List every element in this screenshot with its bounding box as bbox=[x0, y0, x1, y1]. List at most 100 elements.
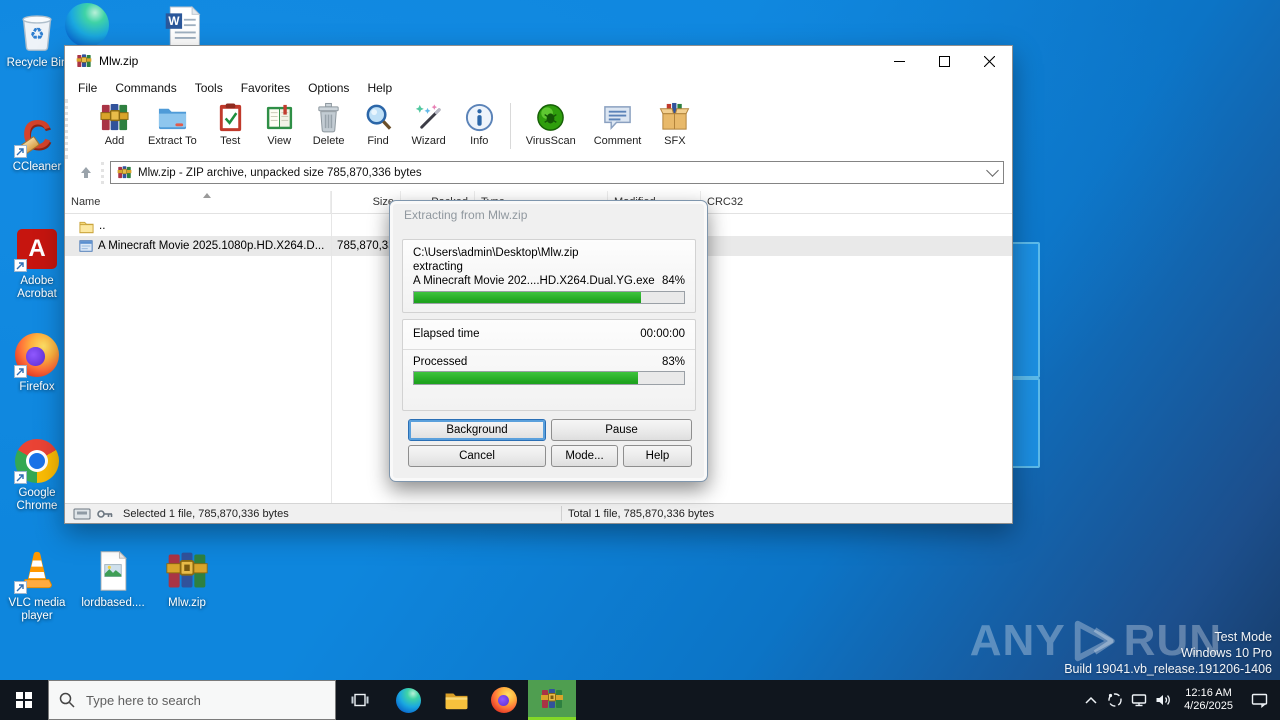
toolbar-add-button[interactable]: Add bbox=[90, 99, 139, 147]
wallpaper-light-bar bbox=[1011, 378, 1040, 468]
add-archive-icon bbox=[100, 103, 129, 131]
find-icon bbox=[366, 104, 391, 130]
tray-sync-icon[interactable] bbox=[1103, 680, 1127, 720]
desktop-icon-label: VLC media player bbox=[8, 597, 66, 622]
toolbar-extract-to-button[interactable]: Extract To bbox=[139, 99, 206, 147]
totals-panel: Elapsed time 00:00:00 Processed 83% bbox=[402, 319, 696, 411]
desktop-icon-label: Mlw.zip bbox=[168, 597, 206, 609]
menu-favorites[interactable]: Favorites bbox=[241, 79, 300, 97]
desktop-icon-adobe-acrobat[interactable]: A Adobe Acrobat bbox=[0, 226, 74, 301]
taskbar-winrar[interactable] bbox=[528, 680, 576, 720]
desktop-icon-label: lordbased.... bbox=[81, 597, 145, 609]
toolbar-test-button[interactable]: Test bbox=[206, 99, 255, 147]
menu-options[interactable]: Options bbox=[308, 79, 359, 97]
background-button[interactable]: Background bbox=[408, 419, 546, 441]
file-progress-bar bbox=[413, 291, 685, 304]
task-view-button[interactable] bbox=[336, 680, 384, 720]
wallpaper-light-bar bbox=[1011, 242, 1040, 378]
desktop-icon-google-chrome[interactable]: Google Chrome bbox=[0, 438, 74, 513]
title-bar[interactable]: Mlw.zip bbox=[65, 46, 1012, 76]
close-button[interactable] bbox=[967, 46, 1012, 76]
desktop-icon-ccleaner[interactable]: C CCleaner bbox=[0, 112, 74, 174]
view-icon bbox=[266, 104, 292, 130]
sfx-icon bbox=[660, 102, 690, 130]
desktop-icon-vlc[interactable]: VLC media player bbox=[0, 548, 74, 623]
taskbar-search[interactable] bbox=[48, 680, 336, 720]
action-center-icon bbox=[1251, 693, 1267, 708]
windows-logo-icon bbox=[16, 692, 32, 708]
winrar-app-icon bbox=[76, 53, 92, 69]
taskbar-firefox[interactable] bbox=[480, 680, 528, 720]
extracting-dialog: Extracting from Mlw.zip C:\Users\admin\D… bbox=[389, 200, 708, 482]
network-icon[interactable] bbox=[1127, 680, 1151, 720]
menu-tools[interactable]: Tools bbox=[195, 79, 233, 97]
toolbar-info-button[interactable]: Info bbox=[455, 99, 504, 147]
file-progress-fill bbox=[414, 292, 641, 303]
elapsed-value: 00:00:00 bbox=[640, 328, 685, 340]
desktop-icon-mlw-zip[interactable]: Mlw.zip bbox=[150, 548, 224, 610]
taskbar-edge[interactable] bbox=[384, 680, 432, 720]
desktop-icon-firefox[interactable]: Firefox bbox=[0, 332, 74, 394]
menu-file[interactable]: File bbox=[78, 79, 107, 97]
extract-to-icon bbox=[158, 108, 186, 130]
disk-icon bbox=[73, 508, 91, 519]
pause-button[interactable]: Pause bbox=[551, 419, 692, 441]
shortcut-arrow-icon bbox=[14, 581, 27, 594]
desktop-icon-lordbased-file[interactable]: lordbased.... bbox=[76, 548, 150, 610]
column-header-name[interactable]: Name bbox=[65, 191, 331, 213]
help-button[interactable]: Help bbox=[623, 445, 692, 467]
toolbar-wizard-button[interactable]: Wizard bbox=[403, 99, 455, 147]
virusscan-icon bbox=[537, 104, 565, 131]
desktop-icon-edge[interactable] bbox=[62, 2, 112, 48]
watermark-build: Build 19041.vb_release.191206-1406 bbox=[1064, 662, 1272, 676]
elapsed-label: Elapsed time bbox=[413, 328, 480, 340]
menu-help[interactable]: Help bbox=[367, 79, 402, 97]
dialog-title: Extracting from Mlw.zip bbox=[404, 208, 528, 222]
wizard-icon bbox=[415, 104, 441, 129]
toolbar-virusscan-button[interactable]: VirusScan bbox=[517, 99, 585, 147]
column-header-crc32[interactable]: CRC32 bbox=[701, 191, 811, 213]
volume-icon[interactable] bbox=[1151, 680, 1175, 720]
svg-text:♻: ♻ bbox=[30, 26, 45, 44]
toolbar-delete-button[interactable]: Delete bbox=[304, 99, 354, 147]
ccleaner-icon: C bbox=[14, 112, 60, 158]
shortcut-arrow-icon bbox=[14, 471, 27, 484]
window-title: Mlw.zip bbox=[99, 54, 139, 68]
start-button[interactable] bbox=[0, 680, 48, 720]
desktop-icon-label: Adobe Acrobat bbox=[17, 275, 57, 300]
chevron-down-icon[interactable] bbox=[986, 164, 999, 177]
search-input[interactable] bbox=[84, 691, 308, 709]
toolbar-sfx-button[interactable]: SFX bbox=[650, 99, 699, 147]
application-file-icon bbox=[79, 240, 93, 252]
tray-expand-button[interactable] bbox=[1079, 680, 1103, 720]
processed-progress-bar bbox=[413, 371, 685, 385]
system-tray: 12:16 AM 4/26/2025 bbox=[1079, 680, 1280, 720]
up-directory-button[interactable] bbox=[71, 161, 104, 184]
key-icon bbox=[97, 509, 113, 518]
menu-commands[interactable]: Commands bbox=[115, 79, 186, 97]
toolbar-view-button[interactable]: View bbox=[255, 99, 304, 147]
processed-label: Processed bbox=[413, 356, 468, 368]
current-file-panel: C:\Users\admin\Desktop\Mlw.zip extractin… bbox=[402, 239, 696, 313]
cancel-button[interactable]: Cancel bbox=[408, 445, 546, 467]
image-file-icon bbox=[90, 548, 136, 594]
clock-time: 12:16 AM bbox=[1185, 687, 1232, 699]
toolbar-comment-button[interactable]: Comment bbox=[585, 99, 651, 147]
clock-date: 4/26/2025 bbox=[1184, 700, 1233, 712]
word-document-icon: W bbox=[160, 4, 206, 50]
maximize-button[interactable] bbox=[922, 46, 967, 76]
up-arrow-icon bbox=[81, 167, 91, 178]
mode-button[interactable]: Mode... bbox=[551, 445, 618, 467]
processed-progress-fill bbox=[414, 372, 639, 384]
adobe-acrobat-icon: A bbox=[14, 226, 60, 272]
minimize-button[interactable] bbox=[877, 46, 922, 76]
address-combobox[interactable]: Mlw.zip - ZIP archive, unpacked size 785… bbox=[110, 161, 1004, 184]
taskbar-clock[interactable]: 12:16 AM 4/26/2025 bbox=[1175, 687, 1242, 713]
action-center-button[interactable] bbox=[1242, 680, 1276, 720]
toolbar-find-button[interactable]: Find bbox=[354, 99, 403, 147]
chevron-up-icon bbox=[1085, 696, 1097, 704]
edge-icon bbox=[395, 687, 421, 713]
taskbar-file-explorer[interactable] bbox=[432, 680, 480, 720]
desktop-icon-label: CCleaner bbox=[12, 161, 62, 173]
desktop-icon-word-document[interactable]: W bbox=[158, 4, 208, 50]
